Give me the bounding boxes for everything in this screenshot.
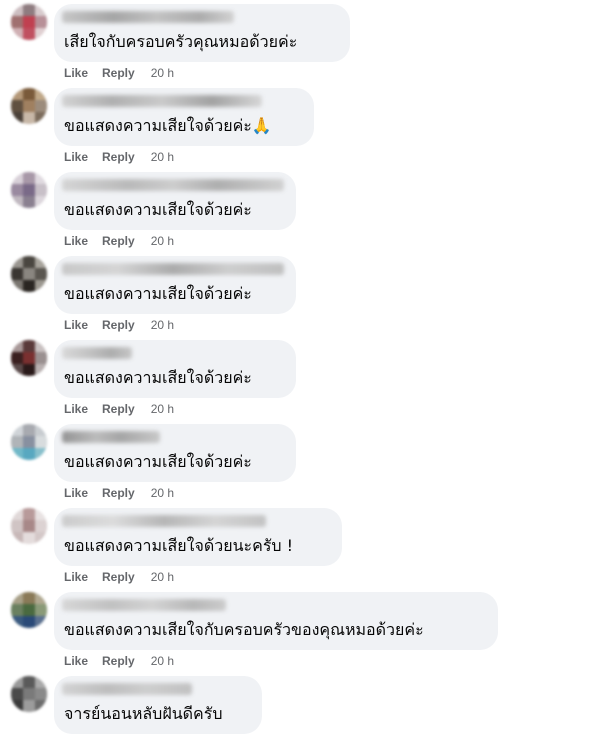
avatar[interactable]: [11, 88, 47, 124]
comment-bubble: ขอแสดงความเสียใจด้วยค่ะ: [54, 172, 296, 230]
comment-text: ขอแสดงความเสียใจด้วยค่ะ: [64, 368, 252, 387]
comment-actions: Like Reply 20 h: [64, 402, 174, 416]
like-button[interactable]: Like: [64, 318, 88, 332]
comment-bubble: ขอแสดงความเสียใจด้วยค่ะ: [54, 424, 296, 482]
like-button[interactable]: Like: [64, 66, 88, 80]
reply-button[interactable]: Reply: [102, 150, 135, 164]
like-button[interactable]: Like: [64, 654, 88, 668]
author-name-blurred[interactable]: [62, 179, 284, 191]
author-name-blurred[interactable]: [62, 515, 266, 527]
author-name-blurred[interactable]: [62, 683, 192, 695]
comment-actions: Like Reply 20 h: [64, 234, 174, 248]
comment-bubble: เสียใจกับครอบครัวคุณหมอด้วยค่ะ: [54, 4, 350, 62]
author-name-blurred[interactable]: [62, 263, 284, 275]
author-name-blurred[interactable]: [62, 95, 262, 107]
timestamp[interactable]: 20 h: [151, 234, 174, 248]
avatar[interactable]: [11, 424, 47, 460]
avatar[interactable]: [11, 256, 47, 292]
comment-actions: Like Reply 20 h: [64, 150, 174, 164]
timestamp[interactable]: 20 h: [151, 150, 174, 164]
comment-actions: Like Reply 20 h: [64, 318, 174, 332]
comment-bubble: จารย์นอนหลับฝันดีครับ: [54, 676, 262, 734]
avatar[interactable]: [11, 508, 47, 544]
comment-bubble: ขอแสดงความเสียใจด้วยค่ะ: [54, 340, 296, 398]
author-name-blurred[interactable]: [62, 11, 234, 23]
reply-button[interactable]: Reply: [102, 66, 135, 80]
timestamp[interactable]: 20 h: [151, 570, 174, 584]
timestamp[interactable]: 20 h: [151, 486, 174, 500]
comment-text: ขอแสดงความเสียใจด้วยค่ะ🙏: [64, 116, 272, 135]
author-name-blurred[interactable]: [62, 347, 132, 359]
like-button[interactable]: Like: [64, 570, 88, 584]
comment-text: ขอแสดงความเสียใจด้วยค่ะ: [64, 284, 252, 303]
reply-button[interactable]: Reply: [102, 318, 135, 332]
reply-button[interactable]: Reply: [102, 654, 135, 668]
comment-bubble: ขอแสดงความเสียใจด้วยค่ะ: [54, 256, 296, 314]
like-button[interactable]: Like: [64, 486, 88, 500]
like-button[interactable]: Like: [64, 234, 88, 248]
timestamp[interactable]: 20 h: [151, 402, 174, 416]
avatar[interactable]: [11, 4, 47, 40]
like-button[interactable]: Like: [64, 150, 88, 164]
comment-text: ขอแสดงความเสียใจด้วยนะครับ !: [64, 536, 294, 555]
author-name-blurred[interactable]: [62, 599, 226, 611]
author-name-blurred[interactable]: [62, 431, 160, 443]
avatar[interactable]: [11, 340, 47, 376]
avatar[interactable]: [11, 676, 47, 712]
avatar[interactable]: [11, 592, 47, 628]
comment-bubble: ขอแสดงความเสียใจด้วยนะครับ !: [54, 508, 342, 566]
comment-actions: Like Reply 20 h: [64, 486, 174, 500]
comment-actions: Like Reply 20 h: [64, 570, 174, 584]
timestamp[interactable]: 20 h: [151, 318, 174, 332]
reply-button[interactable]: Reply: [102, 570, 135, 584]
timestamp[interactable]: 20 h: [151, 66, 174, 80]
reply-button[interactable]: Reply: [102, 234, 135, 248]
comment-text: เสียใจกับครอบครัวคุณหมอด้วยค่ะ: [64, 32, 298, 51]
reply-button[interactable]: Reply: [102, 402, 135, 416]
comment-text: ขอแสดงความเสียใจด้วยค่ะ: [64, 200, 252, 219]
comment-text: ขอแสดงความเสียใจด้วยค่ะ: [64, 452, 252, 471]
avatar[interactable]: [11, 172, 47, 208]
reply-button[interactable]: Reply: [102, 486, 135, 500]
comment-actions: Like Reply 20 h: [64, 66, 174, 80]
comment-actions: Like Reply 20 h: [64, 654, 174, 668]
comment-bubble: ขอแสดงความเสียใจด้วยค่ะ🙏: [54, 88, 314, 146]
comment-text: ขอแสดงความเสียใจกับครอบครัวของคุณหมอด้วย…: [64, 620, 424, 639]
comment-bubble: ขอแสดงความเสียใจกับครอบครัวของคุณหมอด้วย…: [54, 592, 498, 650]
comment-text: จารย์นอนหลับฝันดีครับ: [64, 704, 223, 723]
like-button[interactable]: Like: [64, 402, 88, 416]
timestamp[interactable]: 20 h: [151, 654, 174, 668]
